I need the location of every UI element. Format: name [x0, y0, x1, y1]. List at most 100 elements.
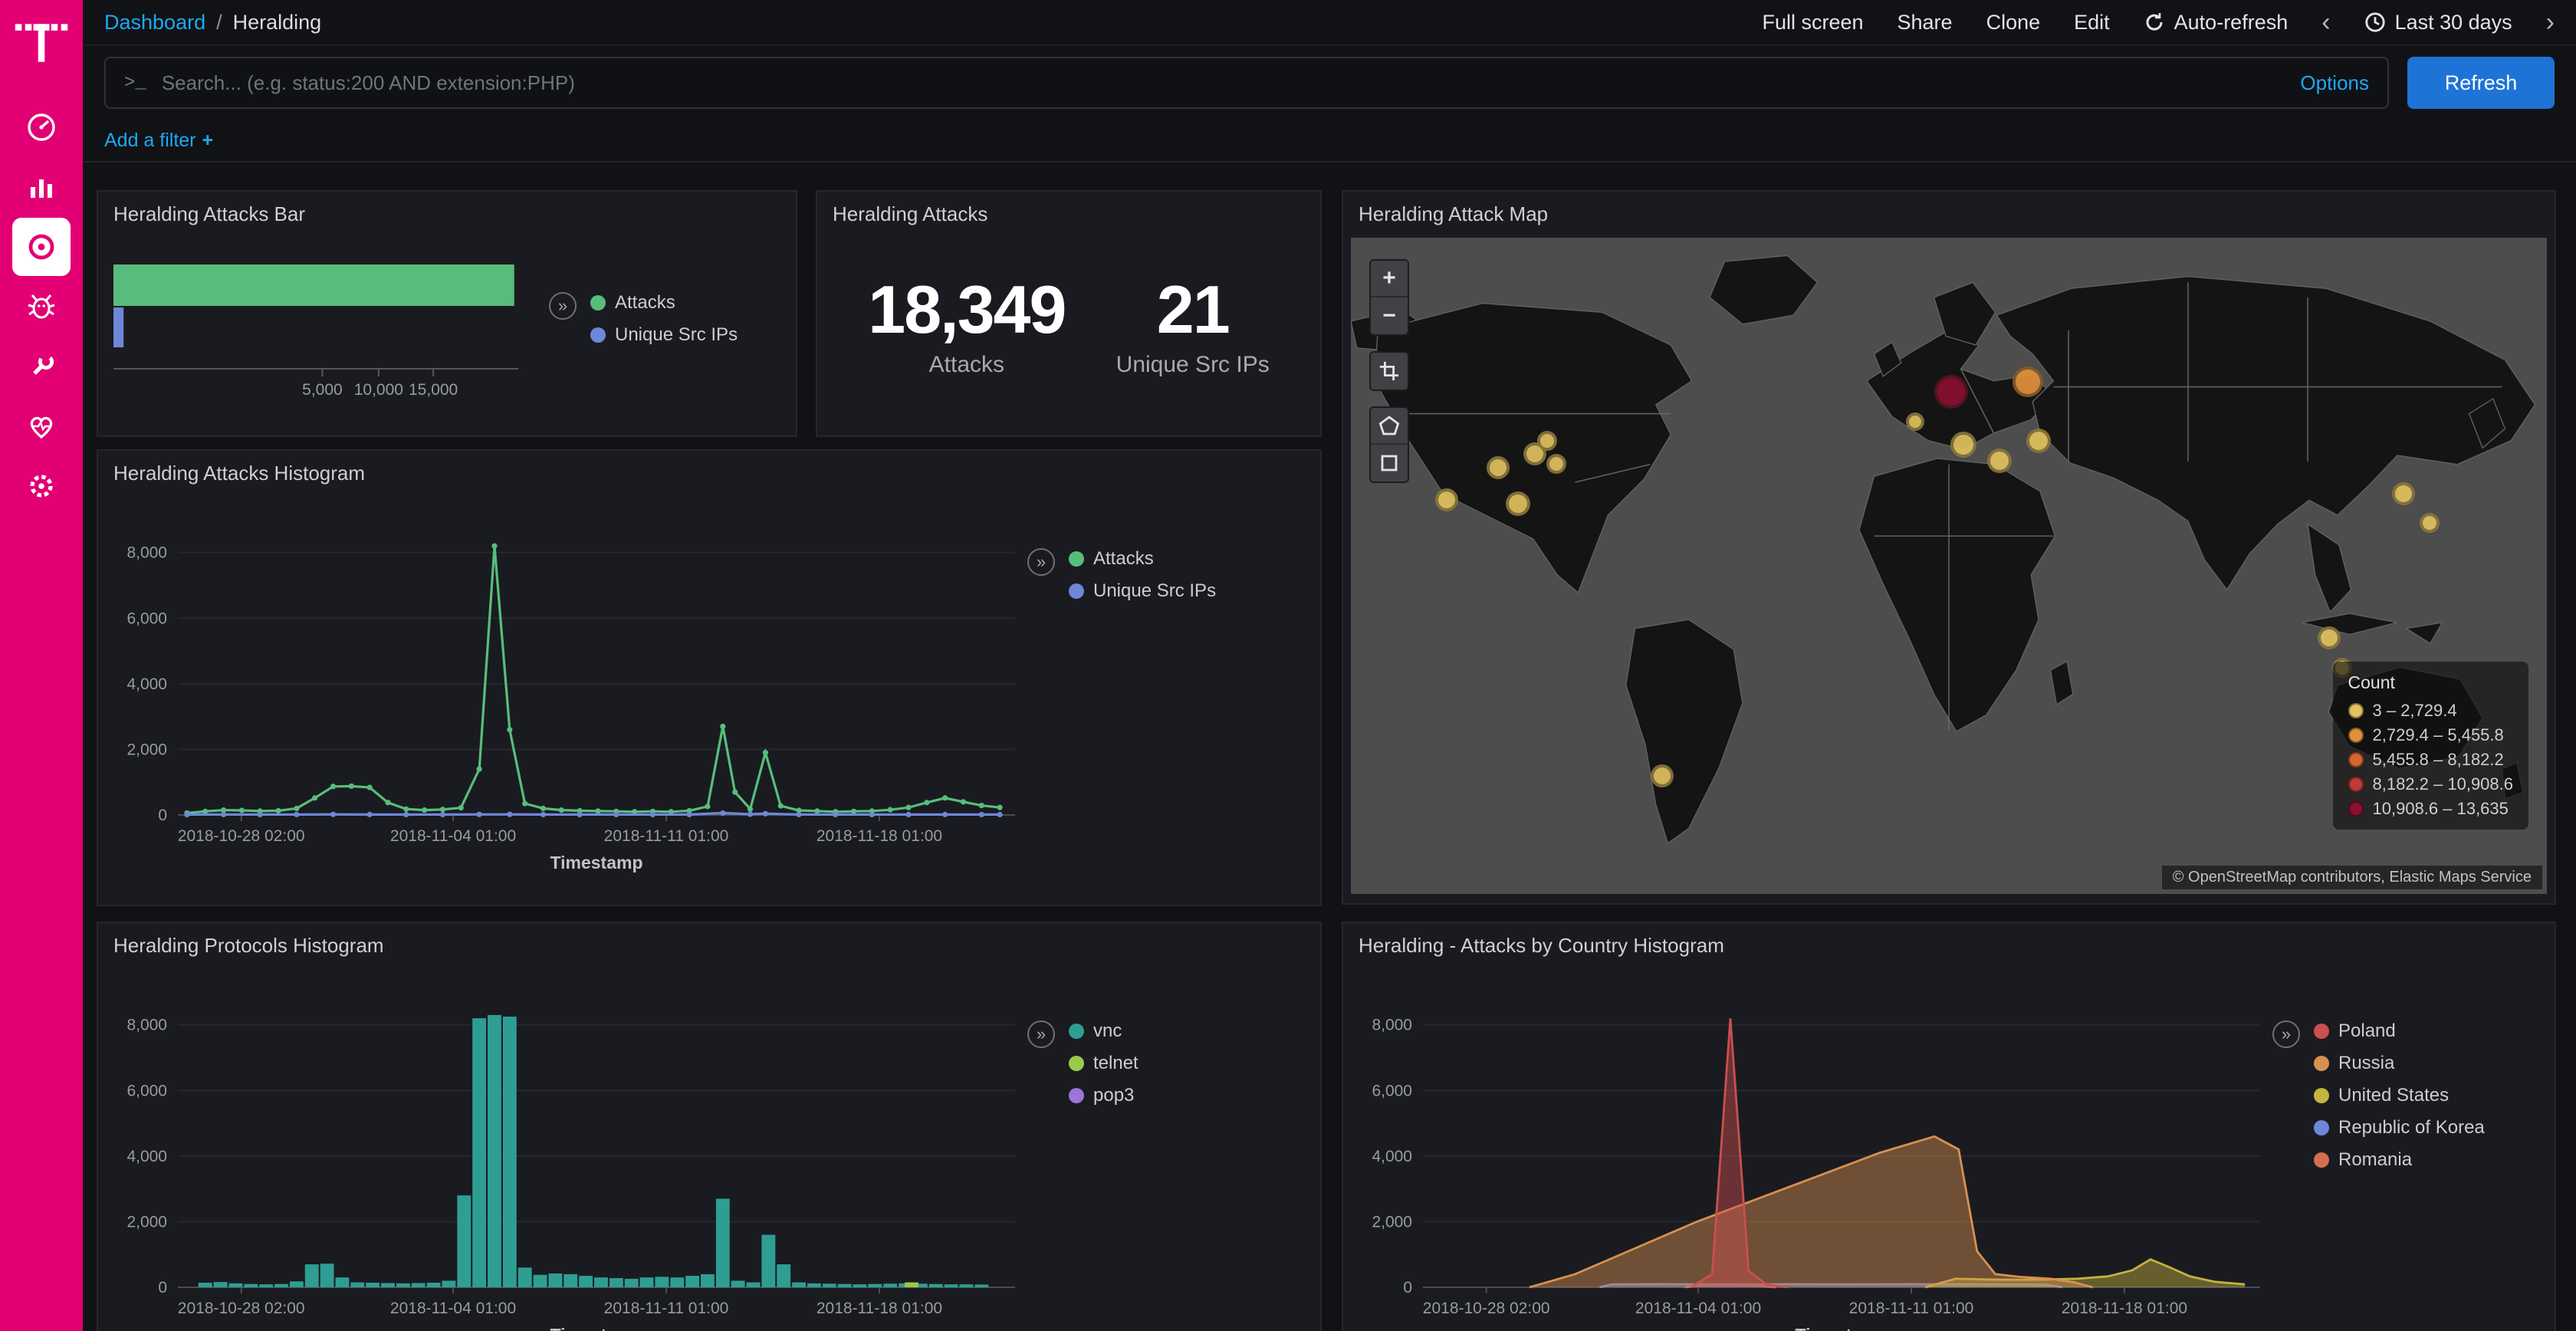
attack-location-dot[interactable] [1537, 431, 1557, 451]
legend-toggle[interactable]: » [1027, 548, 1055, 576]
attack-location-dot[interactable] [1546, 454, 1566, 474]
fit-data-bounds-button[interactable] [1371, 353, 1408, 389]
auto-refresh-button[interactable]: Auto-refresh [2144, 11, 2288, 35]
bug-icon [25, 290, 58, 324]
svg-text:4,000: 4,000 [127, 675, 167, 693]
breadcrumb-current: Heralding [233, 11, 322, 34]
svg-text:6,000: 6,000 [127, 610, 167, 627]
metric-value: 21 [1116, 271, 1270, 349]
legend-toggle[interactable]: » [549, 292, 577, 320]
panel-title: Heralding - Attacks by Country Histogram [1343, 923, 2555, 968]
legend-swatch [2314, 1088, 2329, 1103]
legend-item[interactable]: Poland [2314, 1020, 2485, 1042]
clone-button[interactable]: Clone [1986, 11, 2041, 35]
world-map[interactable]: + − [1351, 238, 2547, 894]
svg-text:2018-11-11 01:00: 2018-11-11 01:00 [604, 827, 729, 845]
map-legend-swatch [2348, 777, 2364, 792]
attack-location-dot[interactable] [1987, 449, 2012, 473]
map-legend-swatch [2348, 728, 2364, 743]
map-legend-range: 8,182.2 – 10,908.6 [2373, 774, 2514, 794]
map-attribution[interactable]: © OpenStreetMap contributors, Elastic Ma… [2162, 866, 2542, 889]
attack-location-dot[interactable] [1934, 375, 1968, 409]
country-area-chart[interactable]: 02,0004,0006,0008,0002018-10-28 02:00201… [1352, 978, 2272, 1331]
svg-text:2,000: 2,000 [127, 1213, 167, 1231]
zoom-out-button[interactable]: − [1371, 297, 1408, 334]
share-button[interactable]: Share [1898, 11, 1953, 35]
draw-polygon-button[interactable] [1371, 408, 1408, 445]
sidebar-item-visualize[interactable] [12, 158, 71, 216]
search-input[interactable] [162, 71, 2285, 95]
attacks-line-chart[interactable]: 02,0004,0006,0008,0002018-10-28 02:00201… [107, 505, 1027, 889]
svg-text:4,000: 4,000 [1372, 1148, 1412, 1165]
map-legend-item: 8,182.2 – 10,908.6 [2348, 774, 2514, 794]
attack-location-dot[interactable] [2026, 429, 2051, 453]
query-prompt-icon: >_ [124, 73, 146, 94]
query-options-link[interactable]: Options [2300, 71, 2369, 95]
map-legend-swatch [2348, 752, 2364, 767]
attack-location-dot[interactable] [2420, 513, 2440, 533]
legend-item[interactable]: Attacks [1069, 548, 1216, 570]
sidebar-item-gauge[interactable] [12, 98, 71, 156]
attack-location-dot[interactable] [2318, 626, 2341, 649]
attack-location-dot[interactable] [1651, 764, 1674, 787]
map-legend-item: 3 – 2,729.4 [2348, 701, 2514, 721]
map-legend-range: 3 – 2,729.4 [2373, 701, 2457, 721]
draw-rectangle-button[interactable] [1371, 445, 1408, 481]
attack-location-dot[interactable] [2392, 482, 2415, 505]
map-legend-item: 10,908.6 – 13,635 [2348, 799, 2514, 819]
legend-item[interactable]: Romania [2314, 1149, 2485, 1171]
add-filter-label: Add a filter [104, 130, 196, 151]
legend-item[interactable]: Unique Src IPs [1069, 580, 1216, 602]
svg-text:2018-11-11 01:00: 2018-11-11 01:00 [1849, 1300, 1974, 1317]
heartbeat-icon [25, 409, 58, 443]
time-range-picker[interactable]: Last 30 days [2364, 11, 2512, 35]
legend-swatch [2314, 1152, 2329, 1168]
sidebar-item-heralding-active[interactable] [12, 218, 71, 276]
bar-chart-icon [25, 170, 58, 204]
attack-location-dot[interactable] [1950, 432, 1976, 458]
legend-item[interactable]: vnc [1069, 1020, 1138, 1042]
edit-button[interactable]: Edit [2074, 11, 2110, 35]
map-legend-title: Count [2348, 672, 2514, 693]
zoom-in-button[interactable]: + [1371, 261, 1408, 297]
legend-item[interactable]: pop3 [1069, 1085, 1138, 1106]
attacks-bar-chart[interactable]: 5,00010,00015,000 [110, 252, 549, 424]
refresh-button[interactable]: Refresh [2407, 57, 2555, 109]
attack-location-dot[interactable] [1487, 456, 1510, 479]
metric-attacks: 18,349 Attacks [868, 271, 1065, 378]
legend-toggle[interactable]: » [2272, 1020, 2300, 1048]
telekom-t-logo[interactable] [11, 12, 72, 74]
legend-label: Romania [2338, 1149, 2412, 1171]
legend-toggle[interactable]: » [1027, 1020, 1055, 1048]
breadcrumb-separator: / [216, 11, 222, 34]
svg-text:2018-10-28 02:00: 2018-10-28 02:00 [178, 827, 305, 845]
legend-item[interactable]: Attacks [590, 292, 738, 314]
sidebar-item-tools[interactable] [12, 337, 71, 396]
legend-label: Unique Src IPs [1093, 580, 1216, 602]
protocols-bar-chart[interactable]: 02,0004,0006,0008,0002018-10-28 02:00201… [107, 978, 1027, 1331]
add-filter-link[interactable]: Add a filter+ [104, 130, 213, 152]
full-screen-button[interactable]: Full screen [1762, 11, 1863, 35]
map-legend: Count 3 – 2,729.42,729.4 – 5,455.85,455.… [2333, 662, 2529, 830]
svg-text:5,000: 5,000 [302, 381, 343, 399]
sidebar-item-health[interactable] [12, 397, 71, 455]
attack-location-dot[interactable] [1506, 491, 1530, 516]
target-icon [25, 230, 58, 264]
sidebar-item-bug[interactable] [12, 278, 71, 336]
time-next-button[interactable]: › [2546, 9, 2555, 35]
legend-item[interactable]: telnet [1069, 1053, 1138, 1074]
legend-item[interactable]: Unique Src IPs [590, 324, 738, 346]
legend-item[interactable]: Republic of Korea [2314, 1117, 2485, 1139]
attack-location-dot[interactable] [2013, 366, 2043, 397]
attack-location-dot[interactable] [1906, 412, 1924, 431]
legend-item[interactable]: United States [2314, 1085, 2485, 1106]
sidebar-item-settings[interactable] [12, 457, 71, 515]
attack-location-dot[interactable] [1435, 488, 1458, 511]
legend-item[interactable]: Russia [2314, 1053, 2485, 1074]
svg-text:8,000: 8,000 [127, 544, 167, 562]
time-prev-button[interactable]: ‹ [2321, 9, 2330, 35]
map-legend-swatch [2348, 801, 2364, 817]
breadcrumb-dashboard[interactable]: Dashboard [104, 11, 205, 34]
legend-swatch [1069, 583, 1084, 599]
panel-heralding-attacks-metric: Heralding Attacks 18,349 Attacks 21 Uniq… [816, 190, 1322, 437]
